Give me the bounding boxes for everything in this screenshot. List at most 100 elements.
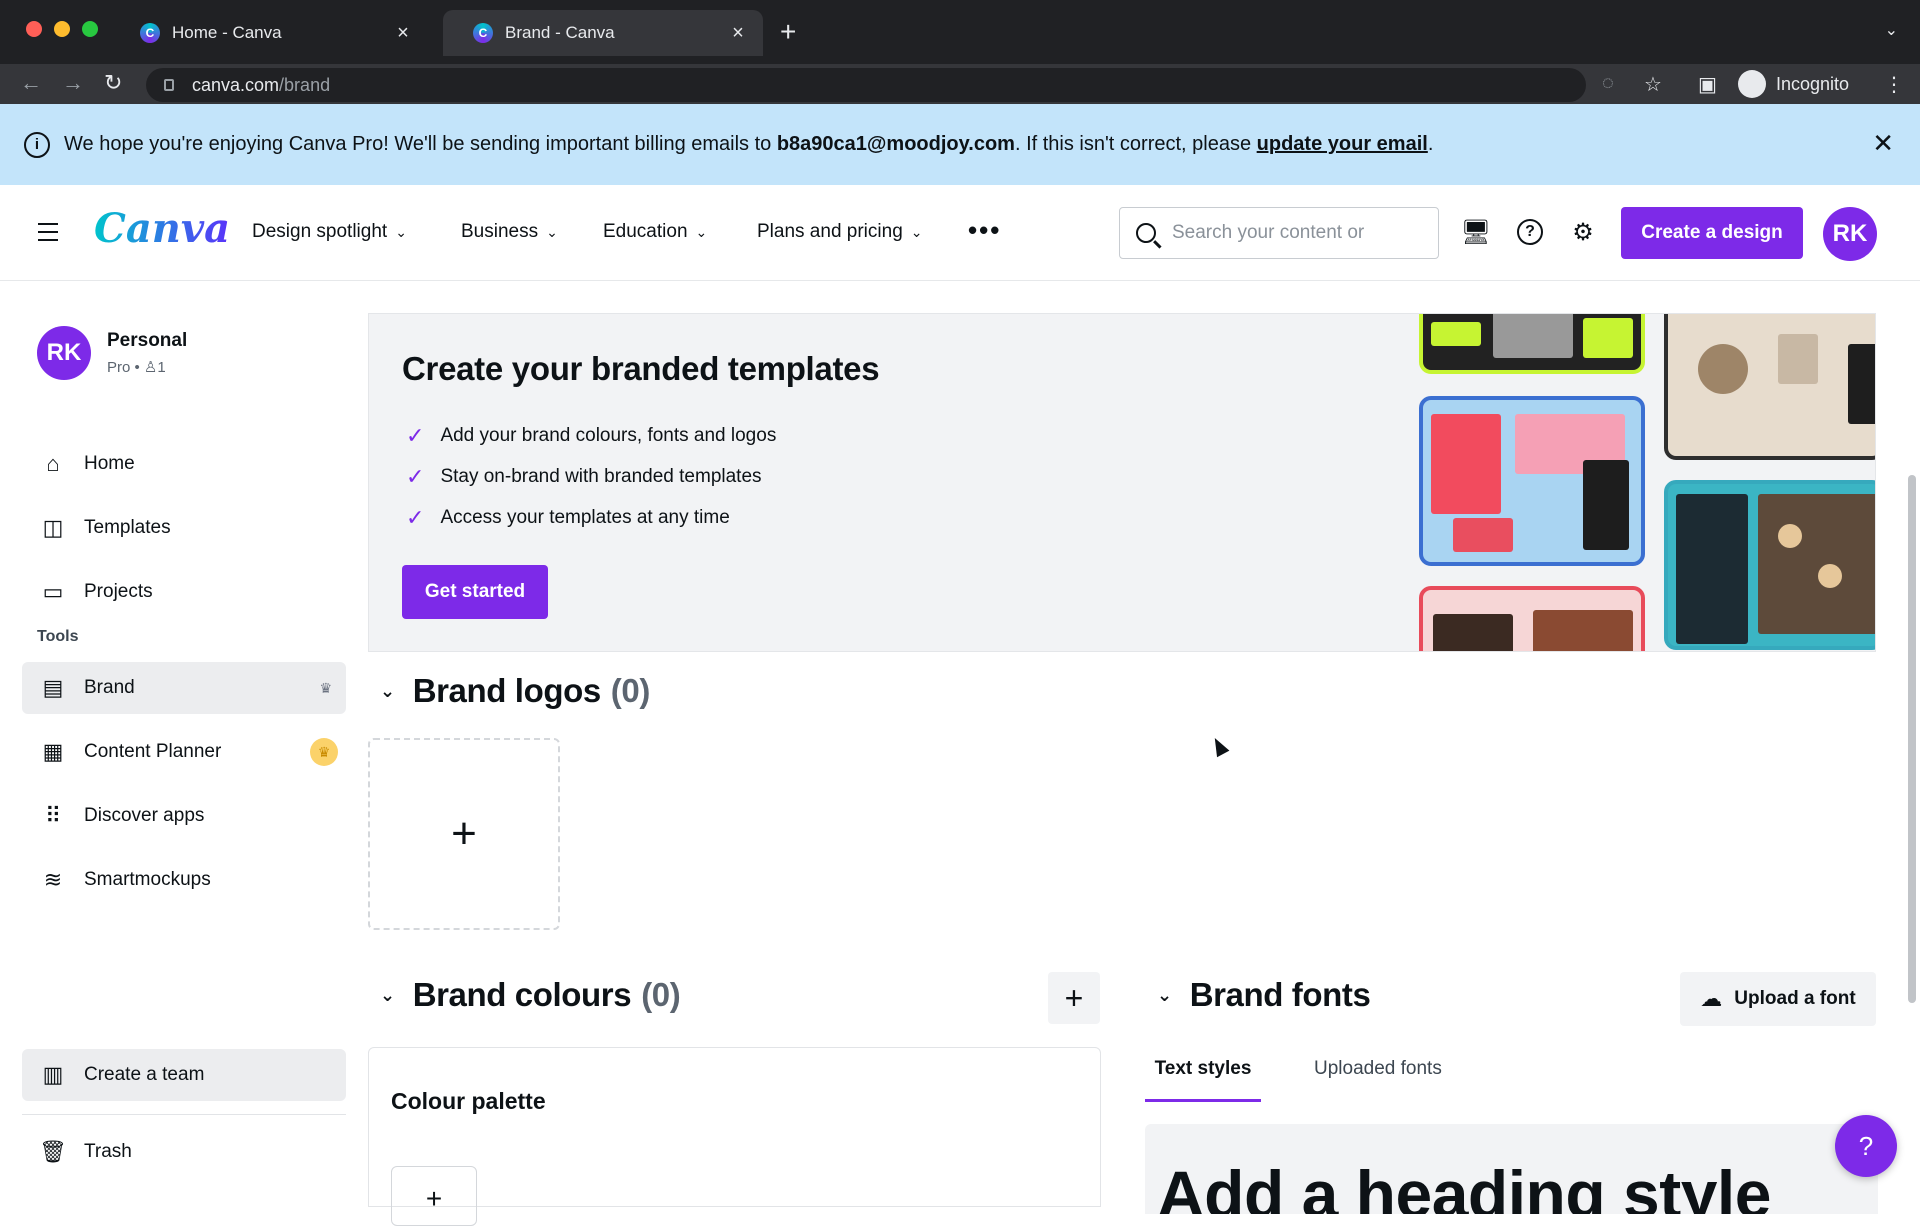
settings-gear-icon[interactable]: ⚙ bbox=[1568, 217, 1598, 247]
back-arrow-icon[interactable]: ← bbox=[20, 70, 42, 96]
side-panel-icon[interactable]: ▣ bbox=[1698, 72, 1717, 97]
bookmark-star-icon[interactable]: ☆ bbox=[1644, 72, 1662, 97]
sidebar-item-smartmockups[interactable]: ≋ Smartmockups bbox=[22, 854, 346, 906]
tab-close-icon[interactable]: × bbox=[392, 22, 414, 45]
heading-style-card[interactable]: Add a heading style bbox=[1145, 1124, 1878, 1214]
tab-label: Home - Canva bbox=[172, 23, 282, 42]
sidebar-item-label: Content Planner bbox=[84, 741, 222, 762]
apps-grid-icon: ⠿ bbox=[44, 803, 62, 828]
sidebar-item-discover-apps[interactable]: ⠿ Discover apps bbox=[22, 790, 346, 842]
mouse-cursor-icon bbox=[1208, 734, 1230, 758]
browser-toolbar: ← → ↻ canva.com/brand ◌ ☆ ▣ Incognito ⋮ bbox=[0, 64, 1920, 104]
checkmark-icon: ✓ bbox=[406, 464, 425, 489]
incognito-indicator[interactable]: Incognito bbox=[1738, 68, 1849, 100]
sidebar-item-label: Brand bbox=[84, 677, 135, 698]
browser-tab-brand[interactable]: C Brand - Canva × bbox=[443, 10, 763, 56]
pro-crown-icon: ♛ bbox=[310, 738, 338, 766]
get-started-button[interactable]: Get started bbox=[402, 565, 548, 619]
browser-menu-icon[interactable]: ⋮ bbox=[1884, 72, 1904, 97]
create-team-button[interactable]: ▥ Create a team bbox=[22, 1049, 346, 1101]
sidebar-item-label: Discover apps bbox=[84, 805, 205, 826]
tab-uploaded-fonts[interactable]: Uploaded fonts bbox=[1314, 1058, 1442, 1080]
menu-plans-and-pricing[interactable]: Plans and pricing ⌄ bbox=[757, 221, 923, 243]
desktop-app-icon[interactable]: 🖥 bbox=[1461, 217, 1491, 247]
tab-close-icon[interactable]: × bbox=[727, 22, 749, 45]
info-icon: i bbox=[24, 131, 50, 158]
trash-icon: 🗑 bbox=[39, 1139, 67, 1164]
menu-education[interactable]: Education ⌄ bbox=[603, 221, 707, 243]
chevron-down-icon: ⌄ bbox=[546, 223, 558, 240]
menu-label: Business bbox=[461, 221, 539, 242]
minimize-window-button[interactable] bbox=[54, 21, 70, 37]
upload-font-label: Upload a font bbox=[1734, 988, 1856, 1009]
brand-fonts-header[interactable]: ⌄ Brand fonts bbox=[1157, 976, 1371, 1014]
sidebar-item-trash[interactable]: 🗑 Trash bbox=[22, 1126, 346, 1178]
incognito-icon bbox=[1738, 70, 1766, 98]
palette-title: Colour palette bbox=[391, 1088, 546, 1114]
brand-colours-header[interactable]: ⌄ Brand colours (0) bbox=[380, 976, 681, 1014]
tab-text-styles[interactable]: Text styles bbox=[1145, 1058, 1261, 1102]
sidebar-item-home[interactable]: ⌂ Home bbox=[22, 438, 346, 490]
sidebar: RK Personal Pro • ♙1 ⌂ Home ◫ Templates … bbox=[0, 282, 350, 1200]
add-palette-button[interactable]: + bbox=[1048, 972, 1100, 1024]
forward-arrow-icon[interactable]: → bbox=[62, 70, 84, 96]
upload-font-button[interactable]: ☁ Upload a font bbox=[1680, 972, 1876, 1026]
check-text: Add your brand colours, fonts and logos bbox=[440, 425, 777, 446]
tab-search-chevron-icon[interactable]: ⌄ bbox=[1885, 20, 1898, 40]
sidebar-item-label: Smartmockups bbox=[84, 869, 211, 890]
chevron-down-icon: ⌄ bbox=[910, 223, 923, 240]
address-bar[interactable]: canva.com/brand bbox=[146, 68, 1586, 102]
zoom-window-button[interactable] bbox=[82, 21, 98, 37]
check-text: Access your templates at any time bbox=[440, 507, 730, 528]
incognito-label: Incognito bbox=[1776, 73, 1850, 94]
menu-design-spotlight[interactable]: Design spotlight ⌄ bbox=[252, 221, 407, 243]
reload-icon[interactable]: ↻ bbox=[104, 70, 122, 96]
banner-email: b8a90ca1@moodjoy.com bbox=[776, 133, 1015, 155]
add-logo-tile[interactable]: + bbox=[368, 738, 560, 930]
canva-header: Canva Design spotlight ⌄ Business ⌄ Educat… bbox=[0, 185, 1920, 281]
create-design-button[interactable]: Create a design bbox=[1621, 207, 1803, 259]
hamburger-menu-icon[interactable] bbox=[38, 223, 58, 247]
banner-close-icon[interactable]: ✕ bbox=[1872, 130, 1894, 156]
browser-tab-strip: C Home - Canva × C Brand - Canva × + ⌄ bbox=[0, 0, 1920, 64]
sidebar-item-content-planner[interactable]: ▦ Content Planner ♛ bbox=[22, 726, 346, 778]
heading-style-preview: Add a heading style bbox=[1157, 1157, 1771, 1214]
add-colour-swatch-button[interactable]: + bbox=[391, 1166, 477, 1226]
chevron-down-icon[interactable]: ⌄ bbox=[1157, 985, 1172, 1006]
help-fab-button[interactable]: ? bbox=[1835, 1115, 1897, 1177]
help-icon[interactable]: ? bbox=[1517, 219, 1543, 245]
home-icon: ⌂ bbox=[46, 451, 60, 476]
hero-check-item: ✓ Stay on-brand with branded templates bbox=[406, 464, 762, 490]
chevron-down-icon[interactable]: ⌄ bbox=[380, 681, 395, 702]
user-avatar[interactable]: RK bbox=[1823, 207, 1877, 261]
sidebar-item-label: Create a team bbox=[84, 1064, 205, 1085]
page-scrollbar[interactable] bbox=[1908, 475, 1916, 1003]
crown-icon: ♛ bbox=[319, 679, 332, 696]
more-menu-icon[interactable]: ••• bbox=[968, 215, 1001, 246]
layers-icon: ≋ bbox=[43, 867, 63, 892]
template-preview-image bbox=[1419, 586, 1645, 651]
colour-palette-card: Colour palette + bbox=[368, 1047, 1101, 1226]
eye-off-icon[interactable]: ◌ bbox=[1602, 72, 1614, 95]
url-path: /brand bbox=[279, 74, 331, 95]
canva-logo[interactable]: Canva bbox=[94, 205, 230, 252]
browser-tab-home[interactable]: C Home - Canva × bbox=[110, 10, 428, 56]
search-input[interactable] bbox=[1172, 222, 1412, 244]
chevron-down-icon[interactable]: ⌄ bbox=[380, 985, 395, 1006]
menu-label: Design spotlight bbox=[252, 221, 388, 242]
search-box[interactable] bbox=[1119, 207, 1439, 259]
sidebar-item-brand[interactable]: ▤ Brand ♛ bbox=[22, 662, 346, 714]
new-tab-button[interactable]: + bbox=[780, 16, 796, 48]
hero-check-item: ✓ Access your templates at any time bbox=[406, 505, 730, 531]
menu-business[interactable]: Business ⌄ bbox=[461, 221, 558, 243]
sidebar-item-label: Trash bbox=[84, 1141, 132, 1162]
brand-logos-header[interactable]: ⌄ Brand logos (0) bbox=[380, 672, 650, 710]
sidebar-item-templates[interactable]: ◫ Templates bbox=[22, 502, 346, 554]
update-email-link[interactable]: update your email bbox=[1257, 133, 1428, 155]
template-preview-image bbox=[1419, 396, 1645, 566]
branded-templates-hero: Create your branded templates ✓ Add your … bbox=[368, 313, 1876, 652]
sidebar-item-projects[interactable]: ▭ Projects bbox=[22, 566, 346, 618]
checkmark-icon: ✓ bbox=[406, 505, 425, 530]
account-switcher[interactable]: RK Personal Pro • ♙1 bbox=[37, 326, 187, 380]
close-window-button[interactable] bbox=[26, 21, 42, 37]
